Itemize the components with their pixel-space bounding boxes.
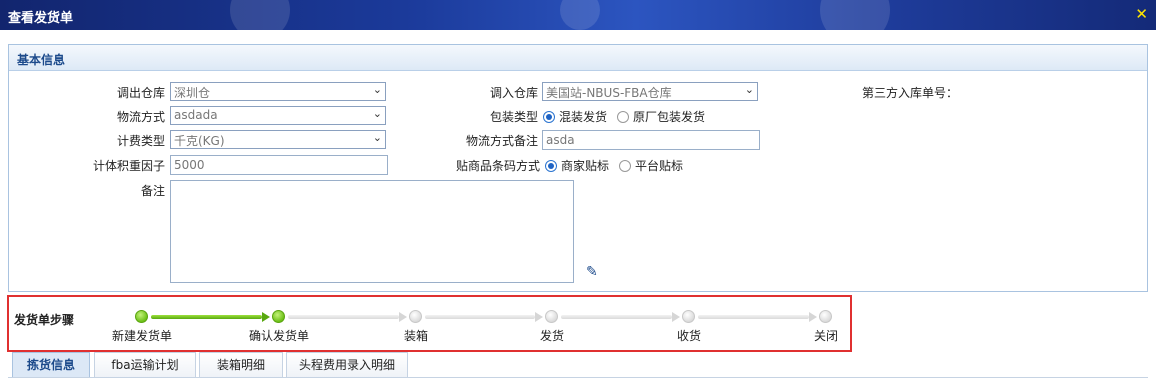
step-label: 装箱: [403, 329, 428, 343]
window-titlebar: 查看发货单 ✕: [0, 0, 1156, 45]
pencil-icon[interactable]: ✎: [586, 264, 598, 280]
logistics-label: 物流方式: [116, 110, 165, 124]
logistics-note-input[interactable]: asda: [542, 130, 760, 150]
in-warehouse-value: 美国站-NBUS-FBA仓库: [546, 86, 672, 100]
logistics-value: asdada: [174, 108, 218, 122]
tab-packing-details[interactable]: 装箱明细: [199, 352, 283, 378]
packing-option-original[interactable]: 原厂包装发货: [617, 108, 705, 125]
billing-value: 千克(KG): [174, 134, 225, 148]
radio-unselected-icon: [619, 159, 631, 172]
volume-factor-input[interactable]: 5000: [170, 155, 388, 175]
out-warehouse-label: 调出仓库: [116, 86, 165, 100]
packing-option-label: 混装发货: [559, 110, 608, 124]
step-node-icon: [545, 310, 558, 323]
in-warehouse-select[interactable]: 美国站-NBUS-FBA仓库 ⌄: [542, 82, 758, 101]
chevron-down-icon: ⌄: [372, 83, 382, 96]
step-label: 发货: [539, 329, 564, 343]
barcode-option-platform[interactable]: 平台贴标: [619, 157, 683, 174]
volume-factor-label: 计体积重因子: [92, 159, 165, 173]
arrow-right-icon: [809, 312, 817, 322]
arrow-right-icon: [262, 312, 270, 322]
arrow-right-icon: [399, 312, 407, 322]
arrow-right-icon: [672, 312, 680, 322]
tab-fba-plan[interactable]: fba运输计划: [94, 352, 196, 378]
step-connector: [425, 315, 535, 319]
step-connector: [561, 315, 672, 319]
billing-select[interactable]: 千克(KG) ⌄: [170, 130, 386, 149]
packing-option-label: 原厂包装发货: [633, 110, 706, 124]
chevron-down-icon: ⌄: [744, 83, 754, 96]
packing-option-mixed[interactable]: 混装发货: [543, 108, 607, 125]
out-warehouse-select[interactable]: 深圳仓 ⌄: [170, 82, 386, 101]
arrow-right-icon: [535, 312, 543, 322]
remark-label: 备注: [140, 184, 165, 198]
step-connector: [288, 315, 399, 319]
in-warehouse-label: 调入仓库: [489, 86, 538, 100]
billing-label: 计费类型: [116, 134, 165, 148]
section-title: 基本信息: [17, 53, 66, 67]
window-title: 查看发货单: [8, 11, 74, 26]
barcode-label: 贴商品条码方式: [455, 159, 540, 173]
decor-bubble: [820, 0, 890, 45]
third-party-no-label: 第三方入库单号：: [862, 86, 959, 100]
step-node-icon: [819, 310, 832, 323]
barcode-option-label: 平台贴标: [635, 159, 684, 173]
panel-header: 基本信息: [9, 45, 1147, 71]
tab-bar: 拣货信息 fba运输计划 装箱明细 头程费用录入明细: [8, 352, 1156, 380]
step-label: 收货: [676, 329, 701, 343]
close-icon[interactable]: ✕: [1135, 5, 1148, 23]
radio-selected-icon: [545, 159, 557, 172]
step-node-icon: [272, 310, 285, 323]
step-label: 确认发货单: [248, 329, 309, 343]
tab-divider: [8, 377, 1148, 378]
step-label: 新建发货单: [111, 329, 172, 343]
barcode-option-merchant[interactable]: 商家贴标: [545, 157, 609, 174]
logistics-select[interactable]: asdada ⌄: [170, 106, 386, 125]
step-connector: [698, 315, 809, 319]
remark-textarea[interactable]: [170, 180, 574, 283]
steps-title: 发货单步骤: [14, 313, 75, 327]
step-node-icon: [135, 310, 148, 323]
chevron-down-icon: ⌄: [372, 107, 382, 120]
tab-picking-info[interactable]: 拣货信息: [12, 352, 90, 378]
radio-unselected-icon: [617, 110, 629, 123]
step-label: 关闭: [813, 329, 838, 343]
barcode-option-label: 商家贴标: [561, 159, 610, 173]
logistics-note-label: 物流方式备注: [465, 134, 538, 148]
tab-freight-cost[interactable]: 头程费用录入明细: [286, 352, 408, 378]
decor-bubble: [560, 0, 600, 30]
step-connector: [151, 315, 262, 319]
chevron-down-icon: ⌄: [372, 131, 382, 144]
radio-selected-icon: [543, 110, 555, 123]
step-node-icon: [682, 310, 695, 323]
step-node-icon: [409, 310, 422, 323]
packing-label: 包装类型: [489, 110, 538, 124]
out-warehouse-value: 深圳仓: [174, 86, 211, 100]
decor-bubble: [230, 0, 290, 40]
